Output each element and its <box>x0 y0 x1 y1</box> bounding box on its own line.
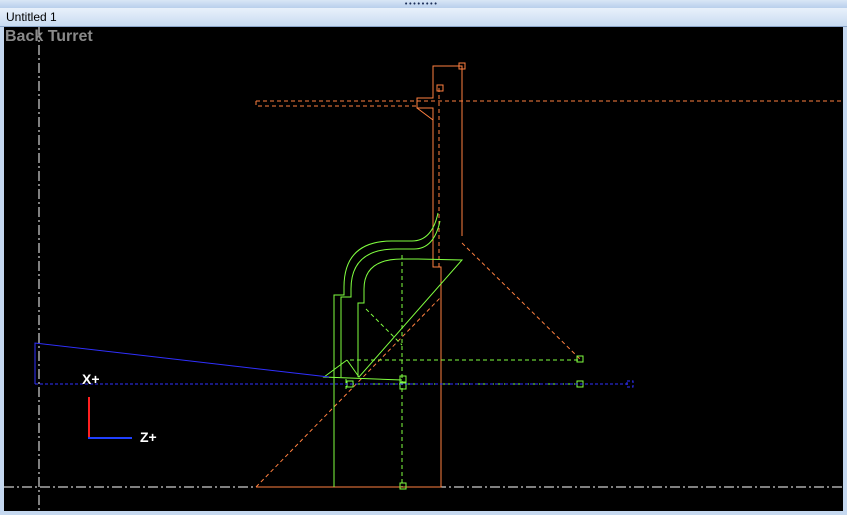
rapid-move-3 <box>365 308 403 346</box>
toolpath-mid <box>340 220 441 377</box>
toolpath-markers[interactable] <box>346 355 584 490</box>
toolpath-inner <box>357 258 418 377</box>
chamfer-line <box>416 107 434 121</box>
part-markers[interactable] <box>436 62 466 92</box>
view-label: Back Turret <box>5 28 93 45</box>
marker <box>399 482 407 490</box>
tool-insert-triangle <box>346 258 464 378</box>
marker <box>399 375 407 383</box>
diagonal-right <box>461 242 581 360</box>
axis-indicator <box>88 397 132 439</box>
drawing-canvas[interactable] <box>4 27 843 511</box>
tool-holder[interactable] <box>34 342 330 384</box>
window-drag-grip[interactable]: •••••••• <box>0 0 847 8</box>
part-profile <box>256 65 463 488</box>
document-tab[interactable]: Untitled 1 <box>0 8 847 27</box>
part-outline[interactable] <box>256 65 463 488</box>
z-axis-label: Z+ <box>140 429 157 445</box>
document-title: Untitled 1 <box>6 10 57 24</box>
tool-tip <box>322 359 403 381</box>
diagonal-left <box>255 296 442 488</box>
marker <box>436 84 444 92</box>
grip-dots-icon: •••••••• <box>404 0 438 8</box>
toolpath-outer <box>333 212 439 487</box>
drawing-viewport[interactable]: Back Turret X+ Z+ <box>4 27 843 511</box>
stock-left-edge <box>255 101 417 107</box>
tool-holder-outline <box>34 342 330 384</box>
cad-window: •••••••• Untitled 1 Back Turret X+ Z+ <box>0 0 847 515</box>
x-axis-label: X+ <box>82 371 100 387</box>
toolpath-dashed[interactable] <box>345 255 580 487</box>
